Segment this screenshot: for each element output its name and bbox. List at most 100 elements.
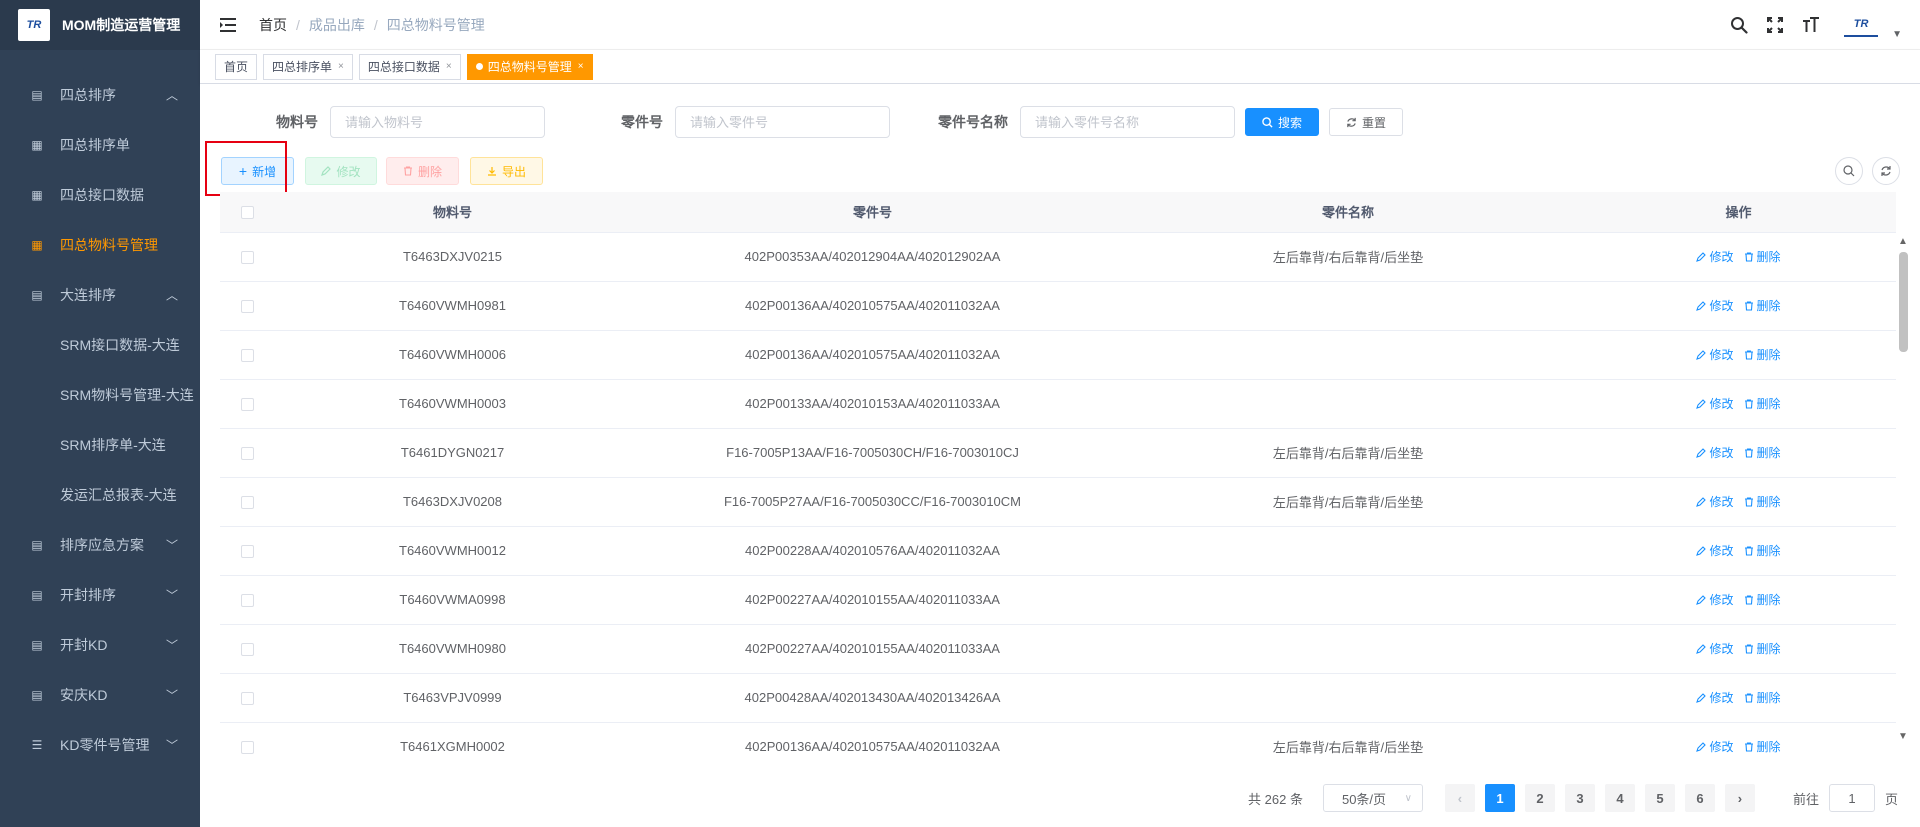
page-button-6[interactable]: 6 xyxy=(1684,784,1715,812)
page-size-select[interactable]: 50条/页 ∨ xyxy=(1322,784,1423,812)
table-scrollbar[interactable]: ▲ ▼ xyxy=(1896,232,1910,744)
row-edit-button[interactable]: 修改 xyxy=(1696,591,1734,608)
table-row[interactable]: T6461XGMH0002 402P00136AA/402010575AA/402… xyxy=(220,722,1896,757)
row-edit-button[interactable]: 修改 xyxy=(1696,444,1734,461)
sidebar-item-11[interactable]: ▤ 开封KD ﹀ xyxy=(0,620,200,670)
material-input[interactable] xyxy=(330,106,545,138)
row-checkbox[interactable] xyxy=(241,545,254,559)
row-checkbox[interactable] xyxy=(241,692,254,706)
sidebar-item-2[interactable]: ▦ 四总接口数据 xyxy=(0,170,200,220)
row-delete-button[interactable]: 删除 xyxy=(1744,444,1781,461)
tag-3[interactable]: 四总物料号管理 × xyxy=(466,53,593,80)
export-button[interactable]: 导出 xyxy=(470,157,543,185)
table-row[interactable]: T6460VWMH0006 402P00136AA/402010575AA/402… xyxy=(220,330,1896,380)
caret-down-icon[interactable]: ▼ xyxy=(1892,29,1902,40)
delete-button[interactable]: 删除 xyxy=(386,157,459,185)
page-list: 123456 xyxy=(1484,784,1715,812)
sidebar-item-13[interactable]: ☰ KD零件号管理 ﹀ xyxy=(0,720,200,770)
sidebar-item-7[interactable]: SRM排序单-大连 xyxy=(0,420,200,470)
next-page-button[interactable]: › xyxy=(1724,784,1755,812)
table-row[interactable]: T6461DYGN0217 F16-7005P13AA/F16-7005030CH… xyxy=(220,428,1896,478)
reset-button[interactable]: 重置 xyxy=(1329,108,1403,136)
add-button[interactable]: + 新增 xyxy=(221,157,294,185)
close-icon[interactable]: × xyxy=(338,61,344,72)
scroll-thumb[interactable] xyxy=(1899,252,1908,352)
row-delete-button[interactable]: 删除 xyxy=(1744,297,1781,314)
row-edit-button[interactable]: 修改 xyxy=(1696,542,1734,559)
page-button-2[interactable]: 2 xyxy=(1524,784,1555,812)
sidebar-item-9[interactable]: ▤ 排序应急方案 ﹀ xyxy=(0,520,200,570)
row-delete-button[interactable]: 删除 xyxy=(1744,542,1781,559)
row-checkbox[interactable] xyxy=(241,594,254,608)
row-delete-button[interactable]: 删除 xyxy=(1744,395,1781,412)
tag-1[interactable]: 四总排序单 × xyxy=(263,53,353,80)
edit-button[interactable]: 修改 xyxy=(305,157,377,185)
row-edit-button[interactable]: 修改 xyxy=(1696,493,1734,510)
row-delete-button[interactable]: 删除 xyxy=(1744,591,1781,608)
search-icon[interactable] xyxy=(1728,14,1750,36)
row-checkbox[interactable] xyxy=(241,251,254,265)
sidebar-item-4[interactable]: ▤ 大连排序 ︿ xyxy=(0,270,200,320)
table-row[interactable]: T6460VWMA0998 402P00227AA/402010155AA/402… xyxy=(220,575,1896,625)
prev-page-button[interactable]: ‹ xyxy=(1444,784,1475,812)
tag-0[interactable]: 首页 xyxy=(215,53,258,80)
breadcrumb-home[interactable]: 首页 xyxy=(259,15,287,35)
sidebar-item-8[interactable]: 发运汇总报表-大连 xyxy=(0,470,200,520)
row-edit-button[interactable]: 修改 xyxy=(1696,738,1734,755)
sidebar-item-5[interactable]: SRM接口数据-大连 xyxy=(0,320,200,370)
page-button-5[interactable]: 5 xyxy=(1644,784,1675,812)
sidebar-item-10[interactable]: ▤ 开封排序 ﹀ xyxy=(0,570,200,620)
row-edit-button[interactable]: 修改 xyxy=(1696,248,1734,265)
goto-page-input[interactable] xyxy=(1828,784,1875,812)
avatar[interactable]: TR xyxy=(1844,13,1879,37)
scroll-up-icon[interactable]: ▲ xyxy=(1898,236,1908,247)
partname-input[interactable] xyxy=(1020,106,1235,138)
refresh-table-button[interactable] xyxy=(1872,157,1900,185)
row-checkbox[interactable] xyxy=(241,349,254,363)
row-edit-button[interactable]: 修改 xyxy=(1696,640,1734,657)
sidebar-item-1[interactable]: ▦ 四总排序单 xyxy=(0,120,200,170)
row-edit-button[interactable]: 修改 xyxy=(1696,346,1734,363)
table-row[interactable]: T6463DXJV0208 F16-7005P27AA/F16-7005030CC… xyxy=(220,477,1896,527)
row-edit-button[interactable]: 修改 xyxy=(1696,689,1734,706)
row-checkbox[interactable] xyxy=(241,496,254,510)
row-delete-button[interactable]: 删除 xyxy=(1744,346,1781,363)
row-checkbox[interactable] xyxy=(241,643,254,657)
row-checkbox[interactable] xyxy=(241,398,254,412)
row-delete-button[interactable]: 删除 xyxy=(1744,689,1781,706)
sidebar-item-0[interactable]: ▤ 四总排序 ︿ xyxy=(0,70,200,120)
toggle-search-button[interactable] xyxy=(1835,157,1863,185)
brand[interactable]: TR MOM制造运营管理 xyxy=(0,0,200,50)
table-row[interactable]: T6460VWMH0012 402P00228AA/402010576AA/402… xyxy=(220,526,1896,576)
row-edit-button[interactable]: 修改 xyxy=(1696,297,1734,314)
table-row[interactable]: T6463VPJV0999 402P00428AA/402013430AA/402… xyxy=(220,673,1896,723)
close-icon[interactable]: × xyxy=(446,61,452,72)
fullscreen-icon[interactable] xyxy=(1764,14,1786,36)
table-row[interactable]: T6460VWMH0003 402P00133AA/402010153AA/402… xyxy=(220,379,1896,429)
table-row[interactable]: T6463DXJV0215 402P00353AA/402012904AA/402… xyxy=(220,232,1896,282)
sidebar-item-3[interactable]: ▦ 四总物料号管理 xyxy=(0,220,200,270)
part-input[interactable] xyxy=(675,106,890,138)
search-button[interactable]: 搜索 xyxy=(1245,108,1319,136)
scroll-down-icon[interactable]: ▼ xyxy=(1898,731,1908,742)
table-row[interactable]: T6460VWMH0980 402P00227AA/402010155AA/402… xyxy=(220,624,1896,674)
row-delete-button[interactable]: 删除 xyxy=(1744,248,1781,265)
close-icon[interactable]: × xyxy=(578,61,584,72)
row-checkbox[interactable] xyxy=(241,741,254,755)
page-button-4[interactable]: 4 xyxy=(1604,784,1635,812)
row-edit-button[interactable]: 修改 xyxy=(1696,395,1734,412)
row-checkbox[interactable] xyxy=(241,300,254,314)
sidebar-item-12[interactable]: ▤ 安庆KD ﹀ xyxy=(0,670,200,720)
hamburger-icon[interactable] xyxy=(217,14,239,36)
font-size-icon[interactable] xyxy=(1800,14,1822,36)
page-button-1[interactable]: 1 xyxy=(1484,784,1515,812)
sidebar-item-6[interactable]: SRM物料号管理-大连 xyxy=(0,370,200,420)
row-checkbox[interactable] xyxy=(241,447,254,461)
table-row[interactable]: T6460VWMH0981 402P00136AA/402010575AA/402… xyxy=(220,281,1896,331)
tag-2[interactable]: 四总接口数据 × xyxy=(358,53,461,80)
select-all-checkbox[interactable] xyxy=(241,206,254,220)
row-delete-button[interactable]: 删除 xyxy=(1744,493,1781,510)
page-button-3[interactable]: 3 xyxy=(1564,784,1595,812)
row-delete-button[interactable]: 删除 xyxy=(1744,640,1781,657)
row-delete-button[interactable]: 删除 xyxy=(1744,738,1781,755)
